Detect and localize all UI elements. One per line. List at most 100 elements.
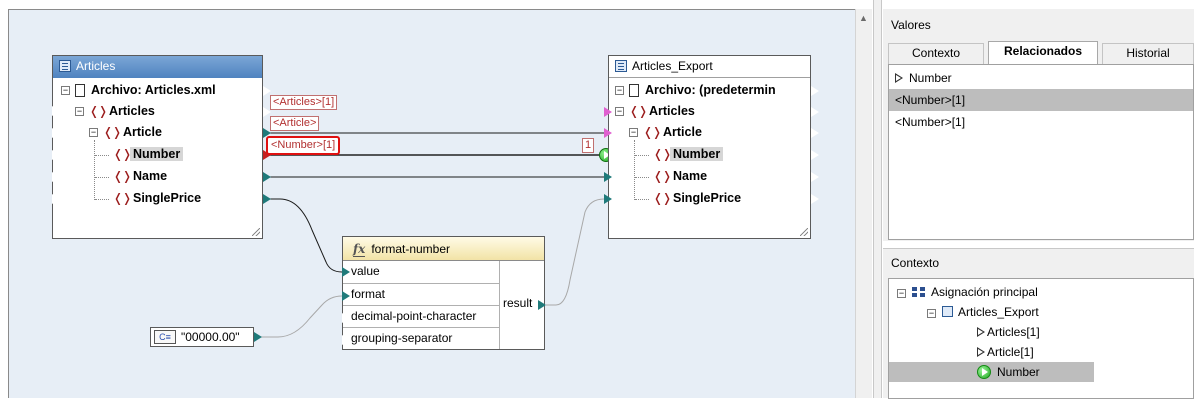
scroll-up-icon[interactable]: ▲ bbox=[859, 13, 868, 23]
constant-icon: C≡ bbox=[154, 330, 176, 344]
file-icon bbox=[629, 84, 639, 97]
tree-item-articles-export[interactable]: − Articles_Export bbox=[927, 302, 1039, 322]
resize-handle[interactable] bbox=[252, 228, 260, 236]
values-list[interactable]: Number <Number>[1] <Number>[1] bbox=[888, 64, 1194, 240]
param-value-connector[interactable] bbox=[342, 267, 350, 277]
component-icon bbox=[615, 60, 627, 72]
collapse-icon[interactable]: − bbox=[897, 289, 906, 298]
collapse-icon[interactable]: − bbox=[615, 107, 624, 116]
articles-component-header[interactable]: Articles bbox=[53, 56, 262, 78]
tree-row-articles[interactable]: − ❬❭ Articles bbox=[609, 102, 811, 122]
input-connector[interactable] bbox=[51, 193, 60, 205]
input-connector[interactable] bbox=[51, 127, 60, 139]
output-connector[interactable] bbox=[810, 149, 819, 161]
tree-row-number[interactable]: ❬❭ Number bbox=[609, 145, 811, 165]
element-icon: ❬❭ bbox=[113, 147, 132, 161]
element-icon: ❬❭ bbox=[113, 169, 132, 183]
context-panel: Contexto − Asignación principal − Articles… bbox=[883, 248, 1194, 399]
tree-row-article[interactable]: − ❬❭ Article bbox=[53, 123, 263, 143]
constant-value[interactable]: "00000.00" bbox=[181, 330, 240, 344]
node-label: SinglePrice bbox=[673, 191, 742, 205]
list-item[interactable]: <Number>[1] bbox=[889, 111, 1193, 133]
tree-item-article[interactable]: Article[1] bbox=[977, 342, 1034, 362]
tree-row-article[interactable]: − ❬❭ Article bbox=[609, 123, 811, 143]
tree-row-articles[interactable]: − ❬❭ Articles bbox=[53, 102, 263, 122]
tree-item-articles[interactable]: Articles[1] bbox=[977, 322, 1040, 342]
tab-historial[interactable]: Historial bbox=[1102, 43, 1194, 64]
function-result-label: result bbox=[503, 296, 533, 310]
tree-row-file[interactable]: − Archivo: (predetermin bbox=[609, 81, 811, 101]
param-grouping-separator[interactable]: grouping-separator bbox=[343, 327, 499, 349]
collapse-icon[interactable]: − bbox=[615, 86, 624, 95]
element-icon: ❬❭ bbox=[643, 125, 662, 139]
wire-label-articles[interactable]: <Articles>[1] bbox=[270, 95, 338, 110]
format-number-function[interactable]: fx format-number value format decimal-poi… bbox=[342, 236, 545, 350]
tree-item-main-mapping[interactable]: − Asignación principal bbox=[897, 282, 1038, 302]
export-component-header[interactable]: Articles_Export bbox=[609, 56, 810, 78]
collapse-icon[interactable]: − bbox=[89, 128, 98, 137]
tab-relacionados[interactable]: Relacionados bbox=[988, 41, 1098, 65]
articles-component[interactable]: Articles − Archivo: Articles.xml − ❬❭ Ar… bbox=[52, 55, 263, 239]
param-format-connector[interactable] bbox=[342, 291, 350, 301]
tree-row-file[interactable]: − Archivo: Articles.xml bbox=[53, 81, 263, 101]
param-format[interactable]: format bbox=[343, 283, 499, 305]
input-connector-name[interactable] bbox=[604, 172, 612, 182]
output-connector-singleprice[interactable] bbox=[263, 194, 271, 204]
canvas-vertical-scrollbar[interactable]: ▲ bbox=[855, 9, 872, 398]
input-connector[interactable] bbox=[51, 171, 60, 183]
node-label: Number bbox=[130, 147, 184, 161]
node-label: Article bbox=[663, 125, 702, 139]
output-connector[interactable] bbox=[810, 127, 819, 139]
node-label: Name bbox=[673, 169, 708, 183]
output-connector[interactable] bbox=[810, 106, 819, 118]
tab-contexto[interactable]: Contexto bbox=[888, 43, 984, 64]
file-label: Archivo: (predetermin bbox=[645, 83, 776, 97]
function-name: format-number bbox=[371, 242, 451, 256]
constant-output-connector[interactable] bbox=[254, 332, 262, 342]
tree-row-name[interactable]: ❬❭ Name bbox=[609, 167, 811, 187]
output-connector[interactable] bbox=[810, 171, 819, 183]
play-outline-icon bbox=[977, 347, 985, 357]
component-icon bbox=[942, 306, 953, 317]
input-connector-article[interactable] bbox=[604, 128, 612, 138]
context-tree[interactable]: − Asignación principal − Articles_Export A… bbox=[888, 278, 1194, 399]
output-connector[interactable] bbox=[810, 85, 819, 97]
values-panel: Valores Contexto Relacionados Historial … bbox=[883, 9, 1194, 241]
tree-row-singleprice[interactable]: ❬❭ SinglePrice bbox=[609, 189, 811, 209]
output-connector-name[interactable] bbox=[263, 172, 271, 182]
result-connector[interactable] bbox=[538, 300, 546, 310]
input-connector[interactable] bbox=[51, 105, 60, 117]
node-label: Name bbox=[133, 169, 168, 183]
node-label: Article bbox=[123, 125, 162, 139]
function-icon: fx bbox=[353, 242, 366, 257]
element-icon: ❬❭ bbox=[653, 169, 672, 183]
param-grouping-connector[interactable] bbox=[341, 334, 350, 346]
param-decimal-connector[interactable] bbox=[341, 312, 350, 324]
wire-label-number-highlighted[interactable]: <Number>[1] bbox=[266, 136, 341, 155]
element-icon: ❬❭ bbox=[653, 147, 672, 161]
list-item[interactable]: Number bbox=[889, 67, 1193, 89]
function-header[interactable]: fx format-number bbox=[343, 237, 544, 261]
input-connector[interactable] bbox=[51, 149, 60, 161]
output-connector[interactable] bbox=[810, 193, 819, 205]
articles-component-title: Articles bbox=[76, 59, 116, 73]
tree-row-singleprice[interactable]: ❬❭ SinglePrice bbox=[53, 189, 263, 209]
collapse-icon[interactable]: − bbox=[75, 107, 84, 116]
collapse-icon[interactable]: − bbox=[629, 128, 638, 137]
list-item-selected[interactable]: <Number>[1] bbox=[889, 89, 1193, 111]
param-value[interactable]: value bbox=[343, 261, 499, 283]
articles-export-component[interactable]: Articles_Export − Archivo: (predetermin … bbox=[608, 55, 811, 239]
tree-row-name[interactable]: ❬❭ Name bbox=[53, 167, 263, 187]
input-connector-singleprice[interactable] bbox=[604, 194, 612, 204]
wire-label-article[interactable]: <Article> bbox=[270, 116, 320, 131]
resize-handle[interactable] bbox=[800, 228, 808, 236]
panel-splitter[interactable] bbox=[873, 0, 882, 398]
input-connector-articles[interactable] bbox=[604, 107, 612, 117]
collapse-icon[interactable]: − bbox=[927, 309, 936, 318]
param-decimal-point-character[interactable]: decimal-point-character bbox=[343, 305, 499, 327]
constant-component[interactable]: C≡ "00000.00" bbox=[150, 327, 254, 347]
collapse-icon[interactable]: − bbox=[61, 86, 70, 95]
tree-item-number-selected[interactable]: Number bbox=[889, 362, 1094, 382]
tree-row-number[interactable]: ❬❭ Number bbox=[53, 145, 263, 165]
play-outline-icon bbox=[895, 73, 903, 83]
